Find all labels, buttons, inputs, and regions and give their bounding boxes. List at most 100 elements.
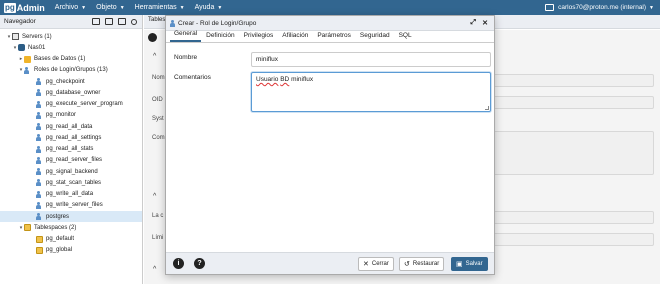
- tree-item[interactable]: postgres: [0, 211, 142, 222]
- resize-handle-icon[interactable]: [485, 106, 489, 110]
- dialog-tabs: General Definición Privilegios Afiliación Pa…: [166, 29, 494, 43]
- tab-privilegios[interactable]: Privilegios: [240, 31, 278, 42]
- comments-text: miniflux: [291, 76, 314, 83]
- comments-word: Usuario: [256, 76, 279, 83]
- filter-icon[interactable]: [118, 18, 126, 25]
- tab-parametros[interactable]: Parámetros: [313, 31, 355, 42]
- tree-item[interactable]: ▸ Bases de Datos (1): [0, 54, 142, 65]
- tree-item[interactable]: pg_read_server_files: [0, 155, 142, 166]
- search-icon[interactable]: [131, 18, 137, 25]
- tree-item[interactable]: pg_read_all_settings: [0, 132, 142, 143]
- save-button[interactable]: ▣ Salvar: [451, 257, 488, 271]
- close-button[interactable]: ✕ Cerrar: [358, 257, 394, 271]
- maximize-icon[interactable]: ⤢: [471, 19, 477, 27]
- tree-item[interactable]: pg_write_server_files: [0, 200, 142, 211]
- close-icon: ✕: [363, 261, 369, 268]
- navigator-title: Navegador: [4, 18, 36, 25]
- tree-item[interactable]: ▾ Tablespaces (2): [0, 222, 142, 233]
- pgadmin-logo[interactable]: pg Admin: [4, 0, 45, 15]
- tree-item[interactable]: pg_monitor: [0, 110, 142, 121]
- navigator-panel: Navegador ▾ Servers (1) ▾ Nas01 ▸ Bases de Da…: [0, 15, 143, 284]
- tree-item[interactable]: pg_signal_backend: [0, 166, 142, 177]
- menu-archivo[interactable]: Archivo ▼: [55, 4, 86, 11]
- comments-label: Comentarios: [174, 74, 211, 81]
- tree-item[interactable]: pg_execute_server_program: [0, 99, 142, 110]
- tree-item[interactable]: pg_default: [0, 234, 142, 245]
- postgres-elephant-icon: [18, 44, 25, 52]
- menu-ayuda[interactable]: Ayuda ▼: [195, 4, 223, 11]
- tree-item[interactable]: pg_write_all_data: [0, 189, 142, 200]
- tree-item[interactable]: pg_database_owner: [0, 87, 142, 98]
- role-icon: [36, 168, 43, 175]
- tab-sql[interactable]: SQL: [395, 31, 416, 42]
- menu-label: Archivo: [54, 4, 79, 11]
- close-icon[interactable]: ✕: [482, 19, 488, 27]
- restore-button[interactable]: ↺ Restaurar: [399, 257, 445, 271]
- tree-item-label: pg_monitor: [46, 112, 77, 119]
- bg-field: [489, 74, 654, 87]
- tree-item[interactable]: pg_stat_scan_tables: [0, 177, 142, 188]
- info-button[interactable]: i: [173, 258, 184, 269]
- help-button[interactable]: ?: [194, 258, 205, 269]
- tab-definicion[interactable]: Definición: [202, 31, 239, 42]
- dialog-titlebar[interactable]: Crear - Rol de Login/Grupo ⤢ ✕: [166, 16, 494, 31]
- tablespace-icon: [36, 246, 43, 254]
- tree-item-label: pg_checkpoint: [46, 78, 85, 85]
- restore-button-label: Restaurar: [412, 261, 440, 267]
- role-icon: [36, 78, 43, 85]
- logo-admin: Admin: [16, 2, 45, 13]
- query-tool-icon[interactable]: [92, 18, 100, 25]
- create-role-dialog: Crear - Rol de Login/Grupo ⤢ ✕ General De…: [165, 15, 495, 275]
- menu-label: Ayuda: [194, 4, 215, 11]
- save-button-label: Salvar: [465, 261, 483, 267]
- role-icon: [36, 201, 43, 209]
- tree-item-label: pg_execute_server_program: [46, 101, 123, 107]
- dialog-title: Crear - Rol de Login/Grupo: [178, 19, 257, 27]
- role-icon: [36, 179, 43, 187]
- tree-item[interactable]: ▾ Servers (1): [0, 31, 142, 42]
- role-icon: [36, 134, 43, 142]
- roles-icon: [24, 66, 31, 74]
- menu-objeto[interactable]: Objeto ▼: [96, 4, 125, 11]
- bg-label-system: Syst: [152, 116, 164, 122]
- tree-item-label: postgres: [46, 213, 70, 220]
- dialog-body: Nombre miniflux Comentarios Usuario BD m…: [166, 44, 494, 254]
- tree-item-label: Servers (1): [22, 33, 52, 40]
- comments-word: BD: [280, 76, 290, 83]
- tab-general[interactable]: General: [170, 29, 202, 42]
- tree-item-label: pg_global: [46, 247, 73, 254]
- tree-item[interactable]: ▾ Nas01: [0, 42, 142, 53]
- server-icon: [12, 33, 19, 40]
- chevron-up-icon[interactable]: ^: [153, 266, 156, 273]
- tab-afiliacion[interactable]: Afiliación: [278, 31, 312, 42]
- tree-item-label: pg_write_server_files: [46, 202, 103, 209]
- name-input[interactable]: miniflux: [251, 52, 491, 67]
- bg-label-limit: Lími: [152, 235, 164, 241]
- info-circle-icon[interactable]: [148, 33, 157, 42]
- view-data-icon[interactable]: [105, 18, 113, 25]
- bg-label-comments: Com: [152, 135, 165, 141]
- tree-item[interactable]: pg_global: [0, 245, 142, 256]
- tree-item-label: pg_read_server_files: [46, 157, 103, 164]
- user-icon: [545, 4, 555, 11]
- tree-item[interactable]: ▾ Roles de Login/Grupos (13): [0, 65, 142, 76]
- role-icon: [36, 123, 43, 130]
- tree-item-label: pg_read_all_settings: [46, 134, 102, 141]
- tab-tables[interactable]: Tables: [148, 17, 165, 23]
- chevron-up-icon[interactable]: ^: [153, 53, 156, 60]
- tree-item[interactable]: pg_checkpoint: [0, 76, 142, 87]
- role-icon: [36, 89, 43, 97]
- tab-seguridad[interactable]: Seguridad: [356, 31, 394, 42]
- user-menu[interactable]: carlos70@proton.me (internal) ▼: [545, 0, 654, 15]
- bg-label-oid: OID: [152, 97, 163, 103]
- tree-item-label: Roles de Login/Grupos (13): [34, 67, 108, 74]
- menu-herramientas[interactable]: Herramientas ▼: [135, 4, 185, 11]
- tree-item[interactable]: pg_read_all_data: [0, 121, 142, 132]
- bg-label-name: Nom: [152, 75, 165, 81]
- logo-pg: pg: [4, 2, 16, 13]
- tree-item[interactable]: pg_read_all_stats: [0, 144, 142, 155]
- chevron-up-icon[interactable]: ^: [153, 193, 156, 200]
- comments-textarea[interactable]: Usuario BD miniflux: [251, 72, 491, 112]
- tablespace-icon: [24, 224, 31, 232]
- top-navbar: pg Admin Archivo ▼ Objeto ▼ Herramientas ▼ …: [0, 0, 660, 15]
